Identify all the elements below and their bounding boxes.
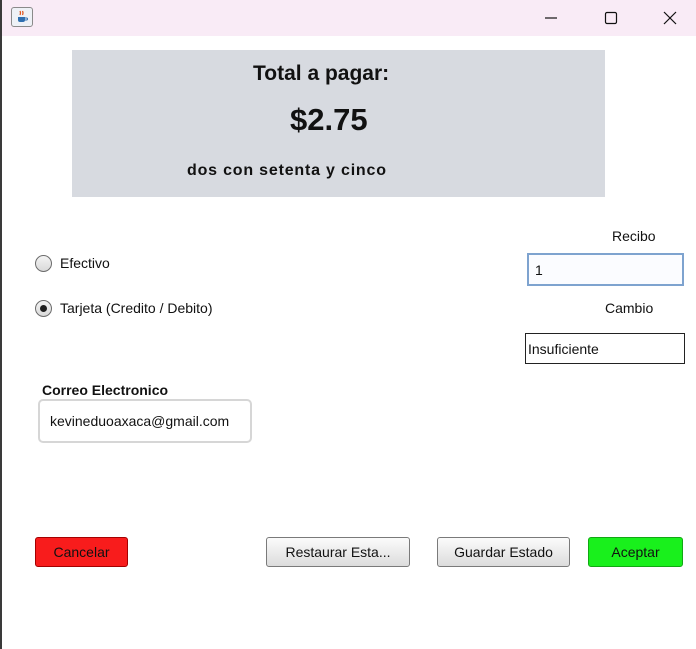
recibo-input[interactable] (527, 253, 684, 286)
recibo-label: Recibo (612, 228, 656, 244)
radio-efectivo-circle[interactable] (35, 254, 52, 272)
total-amount: $2.75 (290, 102, 368, 137)
cancel-button[interactable]: Cancelar (35, 537, 128, 567)
java-cup-icon[interactable] (11, 7, 33, 27)
minimize-button[interactable] (521, 0, 581, 36)
radio-efectivo-label: Efectivo (60, 255, 110, 271)
close-icon (663, 11, 677, 25)
radio-tarjeta-label: Tarjeta (Credito / Debito) (60, 300, 213, 316)
maximize-button[interactable] (581, 0, 641, 36)
maximize-icon (604, 11, 618, 25)
restore-state-button[interactable]: Restaurar Esta... (266, 537, 410, 567)
radio-tarjeta[interactable]: Tarjeta (Credito / Debito) (35, 298, 213, 318)
total-title: Total a pagar: (253, 62, 390, 85)
radio-efectivo[interactable]: Efectivo (35, 253, 110, 273)
title-bar (2, 0, 696, 36)
accept-button[interactable]: Aceptar (588, 537, 683, 567)
cambio-field[interactable] (525, 333, 685, 364)
close-button[interactable] (640, 0, 696, 36)
total-panel: Total a pagar: $2.75 dos con setenta y c… (72, 50, 605, 197)
email-field[interactable] (38, 399, 252, 443)
save-state-button[interactable]: Guardar Estado (437, 537, 570, 567)
minimize-icon (545, 17, 557, 19)
correo-label: Correo Electronico (42, 382, 169, 398)
radio-tarjeta-circle[interactable] (35, 299, 52, 317)
total-amount-words: dos con setenta y cinco (187, 162, 387, 179)
payment-window: Total a pagar: $2.75 dos con setenta y c… (0, 0, 696, 649)
cambio-label: Cambio (605, 300, 654, 316)
